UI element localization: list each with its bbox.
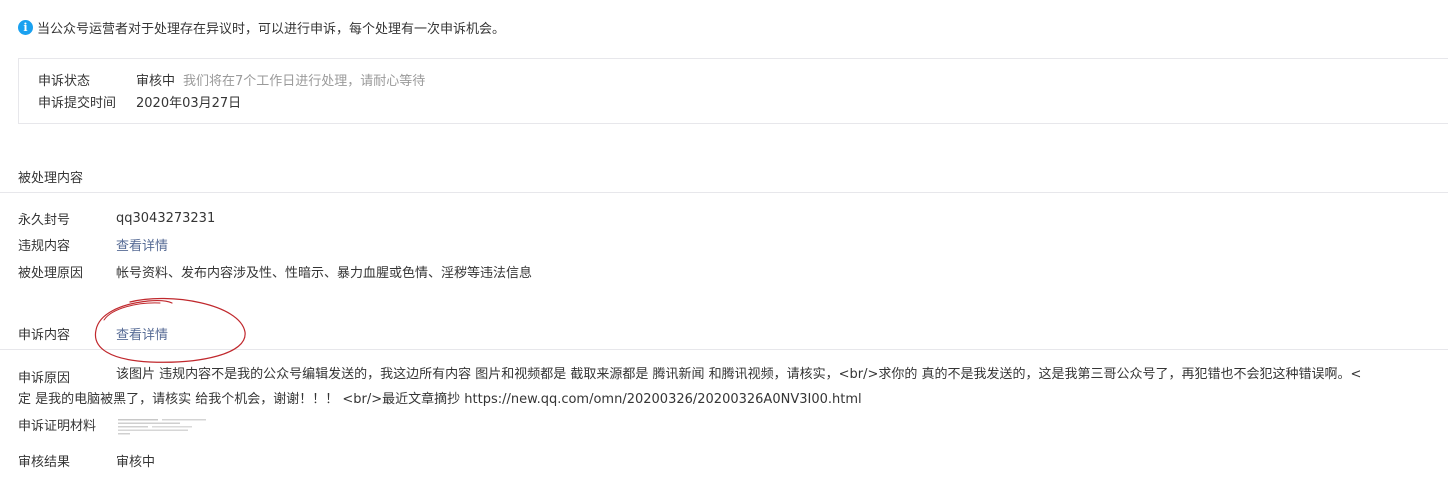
violation-detail-link[interactable]: 查看详情 xyxy=(116,235,168,254)
appeal-reason-line: 该图片 违规内容不是我的公众号编辑发送的，我这边所有内容 图片和视频都是 截取来… xyxy=(116,367,1362,382)
violation-row: 违规内容 查看详情 xyxy=(18,235,168,254)
submit-time-value: 2020年03月27日 xyxy=(136,96,242,111)
appeal-reason-line: 定 是我的电脑被黑了，请核实 给我个机会，谢谢！！！ <br/>最近文章摘抄 h… xyxy=(18,392,862,407)
submit-time-row: 申诉提交时间 2020年03月27日 xyxy=(38,92,241,111)
appeal-status-row: 申诉状态 审核中 我们将在7个工作日进行处理，请耐心等待 xyxy=(38,70,425,89)
appeal-reason-label: 申诉原因 xyxy=(18,371,71,386)
notice-text: 当公众号运营者对于处理存在异议时，可以进行申诉，每个处理有一次申诉机会。 xyxy=(37,21,506,37)
submit-time-label: 申诉提交时间 xyxy=(38,96,117,111)
review-result-label: 审核结果 xyxy=(18,455,71,470)
section-divider xyxy=(0,192,1448,193)
appeal-reason-text: 该图片 违规内容不是我的公众号编辑发送的，我这边所有内容 图片和视频都是 截取来… xyxy=(116,364,1448,386)
handled-reason-row: 被处理原因 帐号资料、发布内容涉及性、性暗示、暴力血腥或色情、淫秽等违法信息 xyxy=(18,262,532,281)
ban-row: 永久封号 qq3043273231 xyxy=(18,209,215,228)
violation-label: 违规内容 xyxy=(18,239,71,254)
review-result-value: 审核中 xyxy=(116,455,156,470)
appeal-content-row: 申诉内容 查看详情 xyxy=(18,324,168,343)
appeal-status-hint: 我们将在7个工作日进行处理，请耐心等待 xyxy=(183,74,426,89)
evidence-label: 申诉证明材料 xyxy=(18,419,97,434)
appeal-status-label: 申诉状态 xyxy=(38,74,91,89)
appeal-status-box xyxy=(18,58,1448,124)
handled-section-title: 被处理内容 xyxy=(18,171,84,186)
section-divider xyxy=(0,349,1448,350)
appeal-detail-link[interactable]: 查看详情 xyxy=(116,324,168,343)
evidence-thumbnail[interactable] xyxy=(116,417,212,437)
review-result-row: 审核结果 审核中 xyxy=(18,451,155,470)
notice-bar: i 当公众号运营者对于处理存在异议时，可以进行申诉，每个处理有一次申诉机会。 xyxy=(18,18,506,37)
evidence-row: 申诉证明材料 xyxy=(18,415,96,434)
ban-account-value: qq3043273231 xyxy=(116,211,216,226)
info-icon: i xyxy=(18,19,33,35)
appeal-status-value: 审核中 xyxy=(136,74,176,89)
appeal-reason-line2-row: 定 是我的电脑被黑了，请核实 给我个机会，谢谢！！！ <br/>最近文章摘抄 h… xyxy=(18,388,862,407)
handled-reason-value: 帐号资料、发布内容涉及性、性暗示、暴力血腥或色情、淫秽等违法信息 xyxy=(116,266,533,281)
handled-reason-label: 被处理原因 xyxy=(18,266,84,281)
ban-label: 永久封号 xyxy=(18,213,71,228)
appeal-content-label: 申诉内容 xyxy=(18,328,71,343)
appeal-reason-label-row: 申诉原因 xyxy=(18,367,70,386)
